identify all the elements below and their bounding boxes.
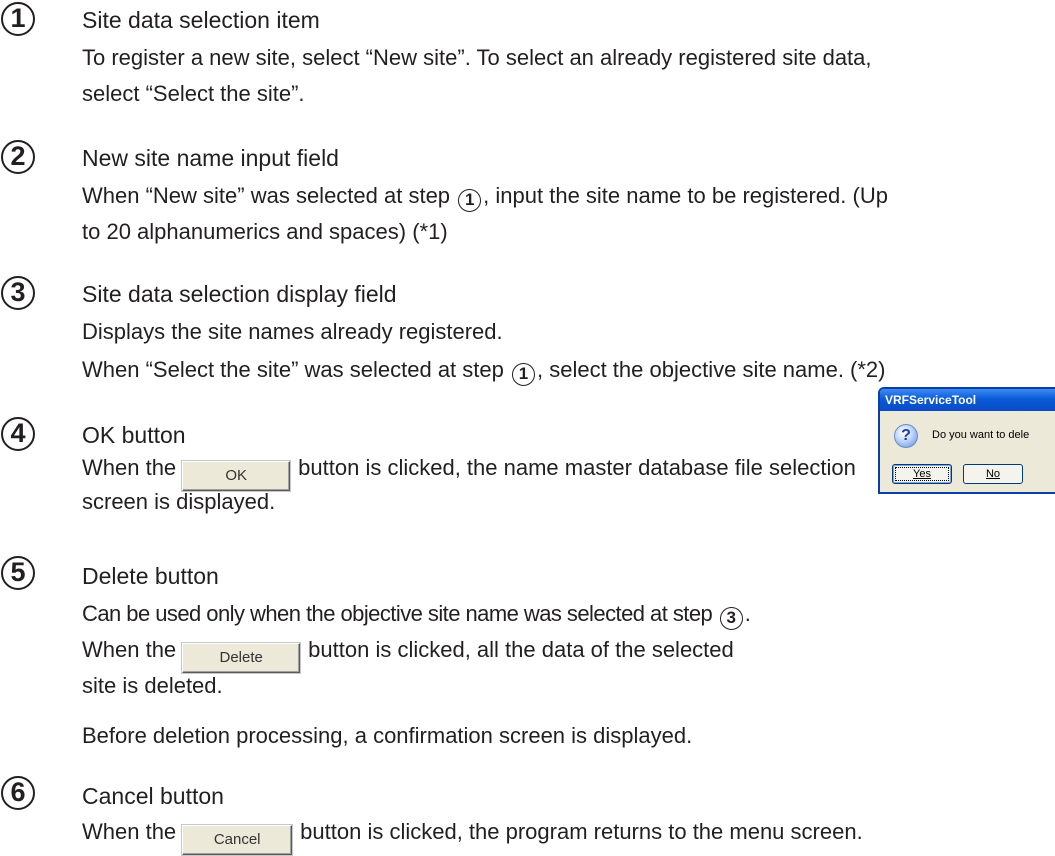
text-segment: , input the site name to be registered. … <box>483 183 888 208</box>
item-description-line: site is deleted. <box>82 673 223 698</box>
item-description-line: When the Cancel button is clicked, the pro… <box>82 814 863 855</box>
dialog-message: Do you want to dele <box>932 429 1030 441</box>
item-title: OK button <box>82 422 186 448</box>
text-segment: . <box>744 601 751 626</box>
item-title: Site data selection display field <box>82 281 397 307</box>
text-segment: Can be used only when the objective site… <box>82 601 713 626</box>
item-description-line: When “New site” was selected at step 1, … <box>82 178 888 214</box>
item-title: Cancel button <box>82 783 224 809</box>
text-segment: button is clicked, the program returns t… <box>300 819 863 844</box>
yes-button-label: Yes <box>913 468 931 480</box>
step-reference-badge: 1 <box>458 189 482 212</box>
no-button[interactable]: No <box>963 464 1023 484</box>
item-description-line: Can be used only when the objective site… <box>82 596 751 632</box>
step-number-badge: 4 <box>1 417 35 451</box>
step-number-badge: 2 <box>1 140 35 174</box>
item-description-line: select “Select the site”. <box>82 81 305 106</box>
yes-button[interactable]: Yes <box>892 464 952 484</box>
step-number-badge: 1 <box>1 2 35 36</box>
step-number-badge: 3 <box>1 276 35 310</box>
item-description-line: To register a new site, select “New site… <box>82 45 872 70</box>
item-description-line: to 20 alphanumerics and spaces) (*1) <box>82 219 448 244</box>
item-description-line: screen is displayed. <box>82 489 276 514</box>
step-number-badge: 6 <box>1 776 35 810</box>
step-reference-badge: 1 <box>512 363 535 386</box>
item-description-line: When the Delete button is clicked, all the… <box>82 632 734 673</box>
item-title: Delete button <box>82 563 219 589</box>
item-title: New site name input field <box>82 145 339 171</box>
item-title: Site data selection item <box>82 7 320 33</box>
step-reference-badge: 3 <box>719 607 743 630</box>
text-segment: When “New site” was selected at step <box>82 183 451 208</box>
text-segment: When the <box>82 637 177 662</box>
text-segment: button is clicked, all the data of the s… <box>308 637 734 662</box>
text-segment: When the <box>82 819 177 844</box>
step-number-badge: 5 <box>1 556 35 590</box>
no-button-label: No <box>985 468 1001 480</box>
item-description-line: Displays the site names already register… <box>82 319 503 344</box>
text-segment: When “Select the site” was selected at s… <box>82 357 504 382</box>
delete-confirmation-dialog: VRFServiceTool ? Do you want to dele Yes… <box>878 387 1055 494</box>
item-description-line: When “Select the site” was selected at s… <box>82 352 886 388</box>
text-segment: When the <box>82 455 177 480</box>
question-icon: ? <box>894 424 918 448</box>
text-segment: button is clicked, the name master datab… <box>298 455 856 480</box>
item-description-line: Before deletion processing, a confirmati… <box>82 723 693 748</box>
cancel-button[interactable]: Cancel <box>182 825 293 855</box>
dialog-title: VRFServiceTool <box>880 389 1055 411</box>
text-segment: , select the objective site name. (*2) <box>537 357 886 382</box>
